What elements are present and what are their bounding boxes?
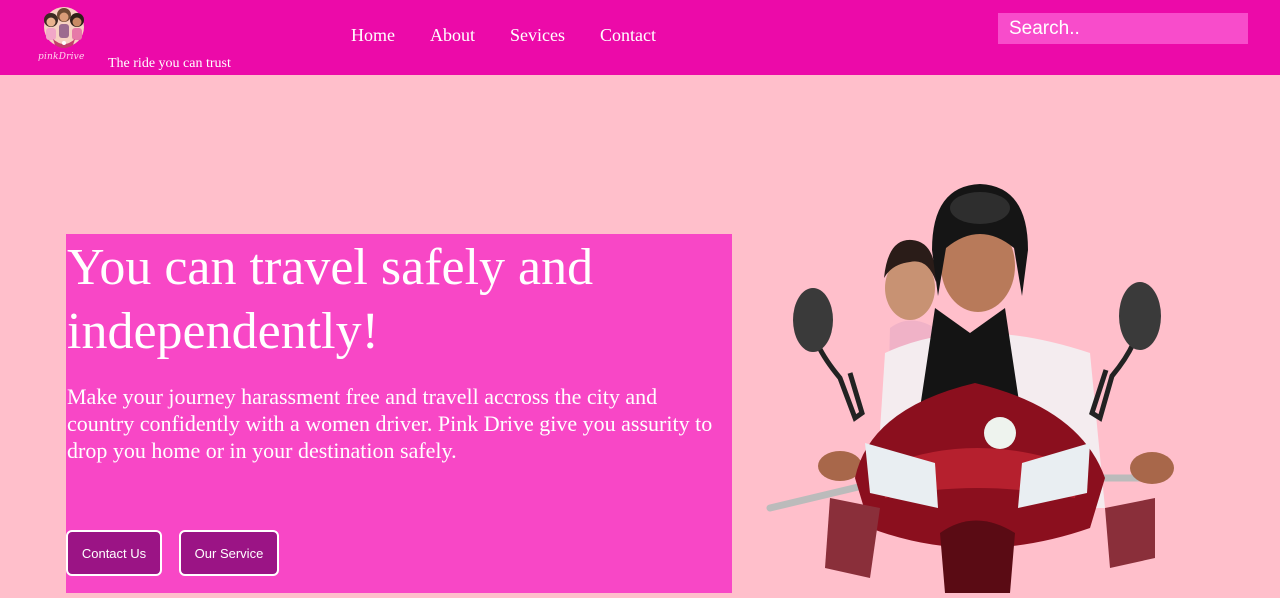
contact-us-button[interactable]: Contact Us <box>66 530 162 576</box>
two-women-on-red-scooter-icon <box>766 184 1174 593</box>
nav-contact-link[interactable]: Contact <box>600 25 656 46</box>
brand-logo-text: pinkDrive <box>38 52 85 62</box>
brand-tagline: The ride you can trust <box>108 56 231 71</box>
our-service-button[interactable]: Our Service <box>179 530 279 576</box>
nav-about-link[interactable]: About <box>430 25 475 46</box>
hero-image <box>760 178 1190 593</box>
hero-title: You can travel safely and independently! <box>67 239 594 360</box>
site-header: pinkDrive The ride you can trust Home Ab… <box>0 0 1280 75</box>
nav-services-link[interactable]: Sevices <box>510 25 565 46</box>
hero-description: Make your journey harassment free and tr… <box>67 384 713 463</box>
nav-home-link[interactable]: Home <box>351 25 395 46</box>
search-input[interactable] <box>998 13 1248 44</box>
